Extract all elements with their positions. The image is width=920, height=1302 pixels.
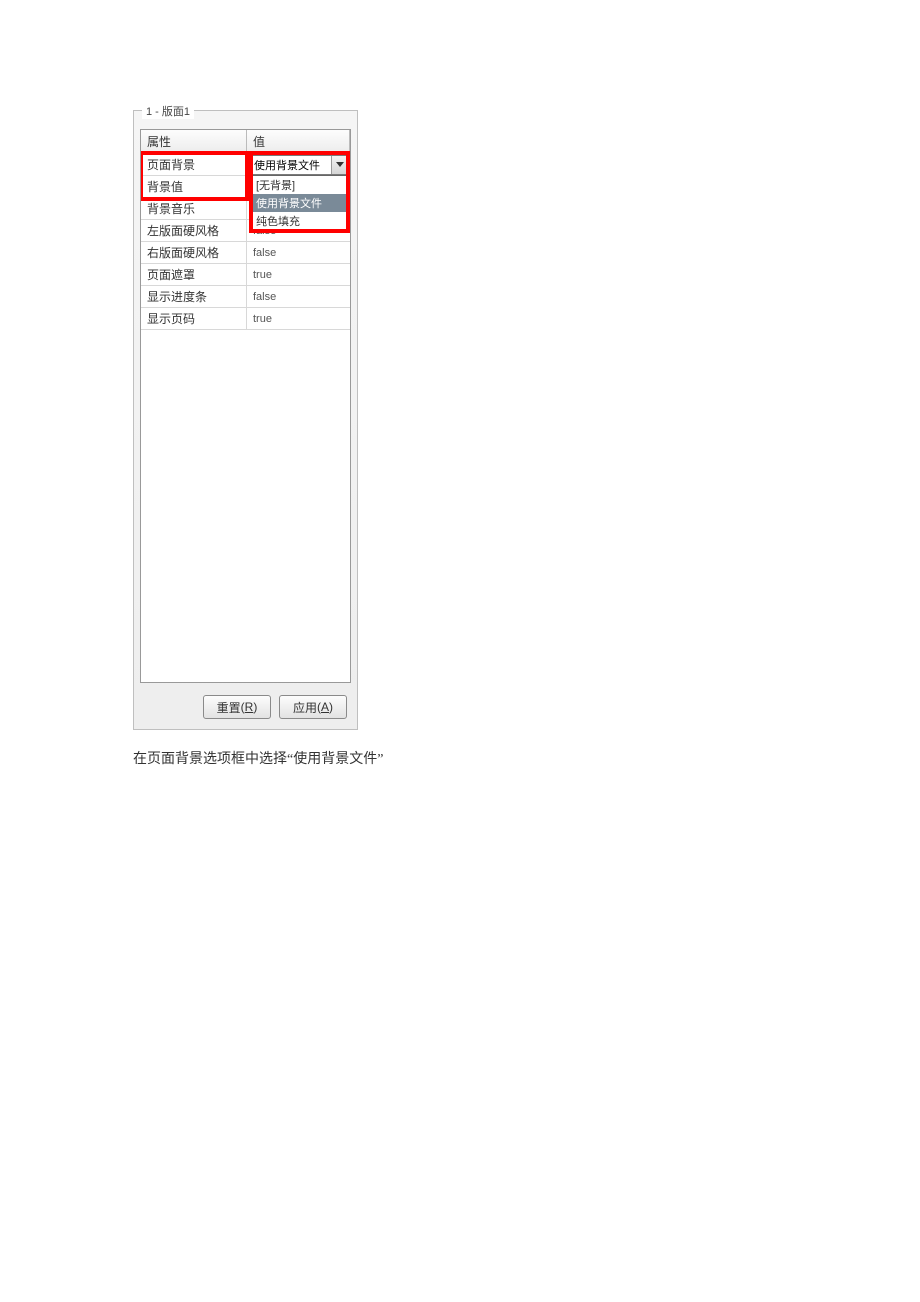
panel-title-bar: 1 - 版面1 [134, 111, 357, 125]
header-property: 属性 [141, 130, 247, 153]
prop-label: 背景音乐 [141, 197, 247, 220]
chevron-down-icon[interactable] [331, 156, 347, 174]
prop-label: 背景值 [141, 175, 247, 198]
dropdown-option-solid-fill[interactable]: 纯色填充 [252, 212, 347, 230]
grid-header: 属性 值 [141, 130, 350, 154]
reset-button[interactable]: 重置(R) [203, 695, 271, 719]
button-accelerator: R [245, 700, 254, 714]
button-bar: 重置(R) 应用(A) [134, 689, 357, 729]
prop-value[interactable]: true [247, 310, 350, 328]
button-label: 重置 [217, 699, 241, 716]
prop-value-cell: 使用背景文件 [247, 155, 350, 175]
row-show-progress[interactable]: 显示进度条 false [141, 286, 350, 308]
prop-value[interactable]: false [247, 288, 350, 306]
panel-title: 1 - 版面1 [142, 103, 194, 119]
prop-label: 显示进度条 [141, 285, 247, 308]
dropdown-option-use-file[interactable]: 使用背景文件 [252, 194, 347, 212]
prop-label: 右版面硬风格 [141, 241, 247, 264]
instruction-caption: 在页面背景选项框中选择“使用背景文件” [133, 748, 920, 768]
row-right-hard-style[interactable]: 右版面硬风格 false [141, 242, 350, 264]
header-value: 值 [247, 130, 350, 153]
combo-selected-text: 使用背景文件 [250, 157, 331, 173]
apply-button[interactable]: 应用(A) [279, 695, 347, 719]
properties-panel: 1 - 版面1 属性 值 页面背景 使用背景文件 背景值 [133, 110, 358, 730]
prop-label: 页面背景 [141, 153, 247, 176]
row-page-mask[interactable]: 页面遮罩 true [141, 264, 350, 286]
page-background-dropdown[interactable]: [无背景] 使用背景文件 纯色填充 [251, 175, 348, 231]
page-background-combo[interactable]: 使用背景文件 [249, 155, 348, 175]
prop-label: 页面遮罩 [141, 263, 247, 286]
row-show-page-number[interactable]: 显示页码 true [141, 308, 350, 330]
button-accelerator: A [321, 700, 329, 714]
dropdown-option-none[interactable]: [无背景] [252, 176, 347, 194]
property-grid: 属性 值 页面背景 使用背景文件 背景值 背景音乐 [140, 129, 351, 683]
prop-label: 左版面硬风格 [141, 219, 247, 242]
prop-label: 显示页码 [141, 307, 247, 330]
prop-value[interactable]: true [247, 266, 350, 284]
button-label: 应用 [293, 699, 317, 716]
row-page-background[interactable]: 页面背景 使用背景文件 [141, 154, 350, 176]
prop-value[interactable]: false [247, 244, 350, 262]
